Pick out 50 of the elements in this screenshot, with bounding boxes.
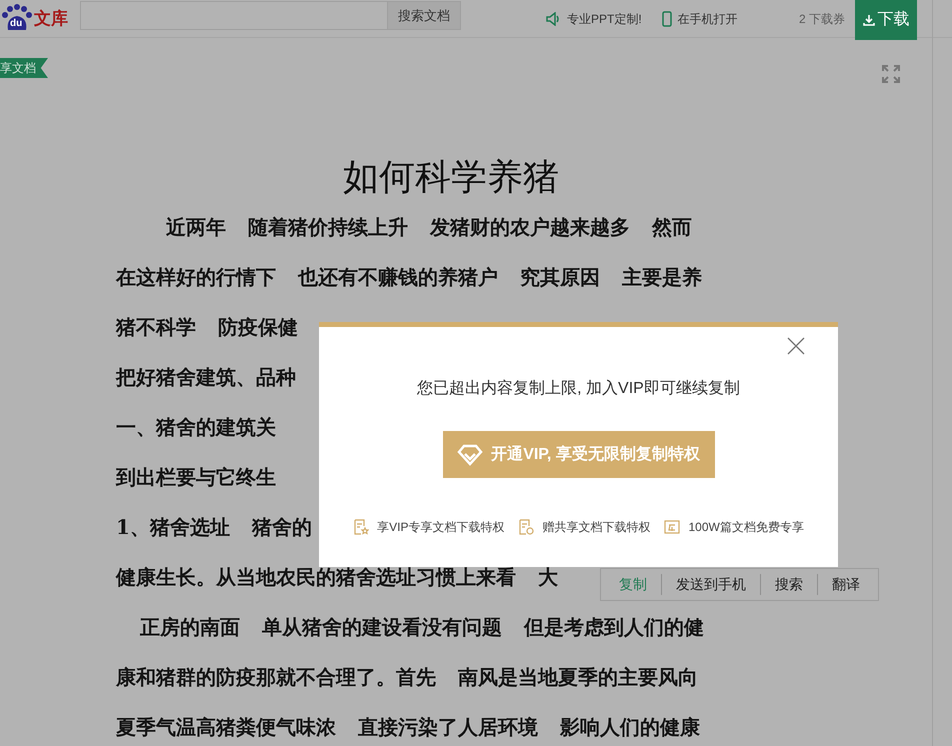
- body-text: 夏季气温高猪粪便气味浓: [116, 714, 336, 741]
- body-text: 大: [538, 564, 558, 591]
- free-badge-icon: [664, 519, 680, 535]
- body-text: 一、猪舍的建筑关: [116, 414, 276, 441]
- perk-label: 享VIP专享文档下载特权: [377, 519, 504, 536]
- menu-item[interactable]: 搜索: [760, 574, 817, 595]
- body-text: 在这样好的行情下: [116, 264, 276, 291]
- body-text: 主要是养: [622, 264, 702, 291]
- body-text: 猪不科学: [116, 314, 196, 341]
- body-text: 1、猪舍选址: [116, 514, 230, 541]
- body-text: 直接污染了人居环境: [358, 714, 538, 741]
- body-text: 影响人们的健康: [560, 714, 700, 741]
- body-text: 近两年: [166, 214, 226, 241]
- body-text: 南风是当地夏季的主要风向: [458, 664, 698, 691]
- fullscreen-icon[interactable]: [881, 64, 901, 84]
- document-star-icon: [353, 519, 370, 535]
- body-text: 发猪财的农户越来越多: [430, 214, 630, 241]
- coupon-count: 2 下载券: [798, 10, 845, 28]
- body-text: 把好猪舍建筑、品种: [116, 364, 296, 391]
- logo-badge-text: du: [10, 17, 22, 31]
- header-link[interactable]: 在手机打开: [662, 10, 738, 28]
- body-text: 单从猪舍的建设看没有问题: [262, 614, 502, 641]
- body-text: 然而: [652, 214, 692, 241]
- header-link[interactable]: 专业PPT定制!: [545, 10, 642, 28]
- download-icon: [862, 14, 874, 26]
- download-button[interactable]: 下载: [855, 0, 917, 40]
- logo-text: 文库: [34, 8, 68, 30]
- document-refresh-icon: [518, 519, 534, 535]
- body-text: 究其原因: [520, 264, 600, 291]
- search-button[interactable]: 搜索文档: [388, 1, 461, 30]
- body-text: 到出栏要与它终生: [116, 464, 276, 491]
- perk-label: 赠共享文档下载特权: [542, 519, 650, 536]
- document-tag: 享文档: [0, 58, 48, 78]
- perk-label: 100W篇文档免费专享: [688, 519, 804, 536]
- menu-item[interactable]: 翻译: [817, 574, 874, 595]
- close-icon[interactable]: [787, 337, 805, 355]
- body-text: 健康生长。从当地农民的猪舍选址习惯上来看: [116, 564, 516, 591]
- phone-icon: [662, 10, 672, 26]
- menu-item[interactable]: 发送到手机: [661, 574, 760, 595]
- diamond-icon: [457, 444, 484, 466]
- speaker-icon: [545, 12, 561, 26]
- body-text: 但是考虑到人们的健: [524, 614, 704, 641]
- body-text: 也还有不赚钱的养猪户: [298, 264, 498, 291]
- body-text: 随着猪价持续上升: [248, 214, 408, 241]
- body-text: 猪舍的: [252, 514, 312, 541]
- dialog-message: 您已超出内容复制上限, 加入VIP即可继续复制: [417, 378, 740, 399]
- document-title: 如何科学养猪: [343, 156, 559, 200]
- body-text: 防疫保健: [218, 314, 298, 341]
- body-text: 康和猪群的防疫那就不合理了。首先: [116, 664, 436, 691]
- body-text: 正房的南面: [140, 614, 240, 641]
